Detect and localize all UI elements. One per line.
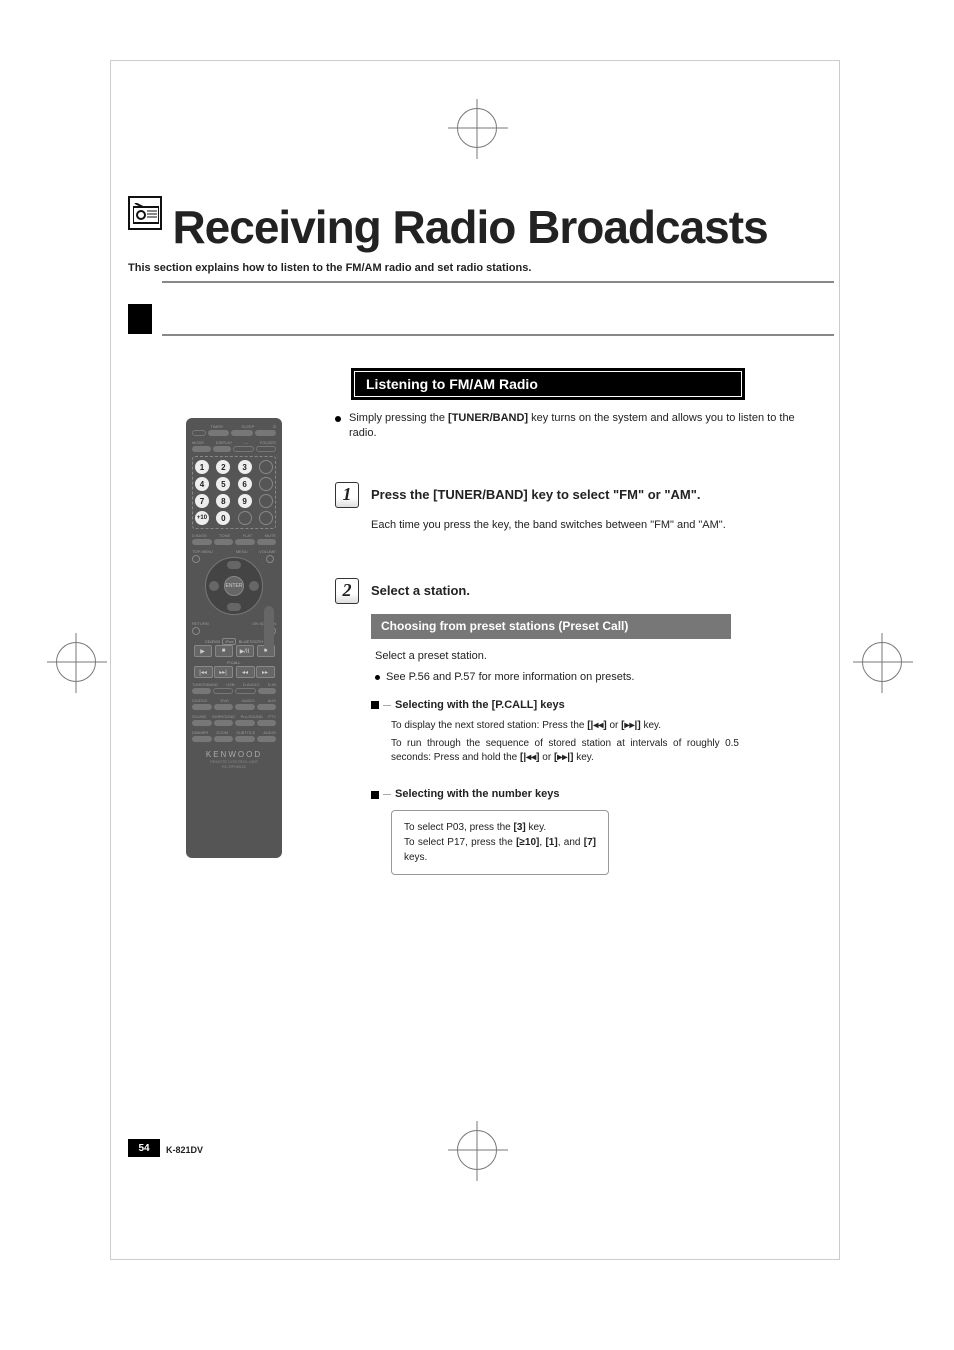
page-title: Receiving Radio Broadcasts bbox=[172, 201, 767, 253]
num-key-7: 7 bbox=[195, 494, 209, 508]
note-text: See P.56 and P.57 for more information o… bbox=[375, 670, 824, 685]
crop-mark-icon bbox=[457, 108, 497, 148]
number-pad: 1 2 3 4 5 6 7 8 9 +10 0 bbox=[192, 456, 276, 529]
next-icon: ▸▸| bbox=[214, 666, 233, 678]
bullet-icon bbox=[375, 675, 380, 680]
pcall-heading: Selecting with the [P.CALL] keys bbox=[395, 698, 565, 713]
num-key-0: 0 bbox=[216, 511, 230, 525]
num-key-2: 2 bbox=[216, 460, 230, 474]
num-key-8: 8 bbox=[216, 494, 230, 508]
radio-icon bbox=[128, 196, 162, 230]
num-key-plus10: +10 bbox=[195, 511, 209, 525]
rule bbox=[162, 281, 834, 283]
step-title: Press the [TUNER/BAND] key to select "FM… bbox=[371, 486, 701, 504]
num-key-3: 3 bbox=[238, 460, 252, 474]
step-title: Select a station. bbox=[371, 582, 470, 600]
num-key-9: 9 bbox=[238, 494, 252, 508]
remote-illustration: TIMERSLEEP⏻ MODEDISPLAY—FOLDER 1 2 3 4 5… bbox=[186, 418, 282, 858]
num-key-6: 6 bbox=[238, 477, 252, 491]
num-key-4: 4 bbox=[195, 477, 209, 491]
shuffle-key bbox=[259, 477, 273, 491]
model-label: K-821DV bbox=[166, 1145, 203, 1155]
body-text: Select a preset station. bbox=[375, 649, 824, 664]
bullet-icon bbox=[335, 416, 341, 422]
section-heading: Listening to FM/AM Radio bbox=[352, 369, 744, 399]
crop-mark-icon bbox=[862, 642, 902, 682]
side-accent bbox=[128, 304, 152, 334]
volume-rocker bbox=[264, 606, 274, 650]
page-header: Receiving Radio Broadcasts This section … bbox=[128, 200, 834, 274]
tuner-key bbox=[259, 511, 273, 525]
nav-wheel: ENTER bbox=[205, 557, 263, 615]
rew-icon: ◂◂ bbox=[236, 666, 255, 678]
crop-mark-icon bbox=[457, 1130, 497, 1170]
crop-mark-icon bbox=[56, 642, 96, 682]
numkeys-heading: Selecting with the number keys bbox=[395, 787, 559, 802]
page-number: 54 bbox=[128, 1139, 160, 1157]
page-subtitle: This section explains how to listen to t… bbox=[128, 262, 834, 274]
preset-key bbox=[259, 460, 273, 474]
step-2: 2 Select a station. Choosing from preset… bbox=[335, 582, 824, 875]
ff-icon: ▸▸ bbox=[256, 666, 275, 678]
repeat-key bbox=[259, 494, 273, 508]
pcall-body: To display the next stored station: Pres… bbox=[391, 719, 739, 765]
num-key-1: 1 bbox=[195, 460, 209, 474]
stop-icon: ■ bbox=[215, 645, 233, 657]
rule bbox=[162, 334, 834, 336]
blank-key bbox=[238, 511, 252, 525]
step-1: 1 Press the [TUNER/BAND] key to select "… bbox=[335, 486, 824, 533]
intro-paragraph: Simply pressing the [TUNER/BAND] key tur… bbox=[335, 411, 824, 442]
play-icon: ▶ bbox=[194, 645, 212, 657]
prev-icon: |◂◂ bbox=[194, 666, 213, 678]
num-key-5: 5 bbox=[216, 477, 230, 491]
sub-heading: Choosing from preset stations (Preset Ca… bbox=[371, 614, 731, 639]
brand-label: KENWOOD bbox=[192, 750, 276, 759]
square-bullet-icon bbox=[371, 791, 379, 799]
square-bullet-icon bbox=[371, 701, 379, 709]
step-number-badge: 1 bbox=[335, 482, 359, 508]
callout-box: To select P03, press the [3] key. To sel… bbox=[391, 810, 609, 875]
step-body: Each time you press the key, the band sw… bbox=[371, 518, 824, 533]
play-pause-icon: ▶/II bbox=[236, 645, 254, 657]
seek-row: |◂◂▸▸| ◂◂▸▸ bbox=[192, 666, 276, 678]
step-number-badge: 2 bbox=[335, 578, 359, 604]
